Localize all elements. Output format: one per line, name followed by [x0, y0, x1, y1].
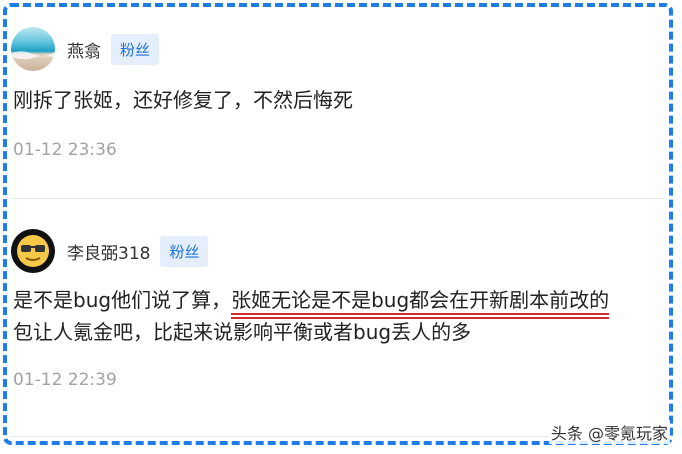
username[interactable]: 李良弼318	[67, 239, 150, 264]
highlighted-text: 张姬无论是不是bug都会在开新剧本前改的	[231, 288, 610, 315]
username[interactable]: 燕翕	[67, 37, 101, 62]
comment-timestamp: 01-12 23:36	[13, 140, 117, 160]
comment-divider	[11, 198, 666, 199]
watermark: 头条 @零氪玩家	[548, 420, 670, 444]
comment-item: 李良弼318 粉丝 是不是bug他们说了算，张姬无论是不是bug都会在开新剧本前…	[11, 226, 671, 390]
comment-text: 刚拆了张姬，还好修复了，不然后悔死	[13, 88, 353, 112]
comment-text: 是不是bug他们说了算，张姬无论是不是bug都会在开新剧本前改的包让人氪金吧，比…	[11, 284, 671, 348]
comment-header: 燕翕 粉丝	[11, 24, 671, 74]
avatar[interactable]	[11, 27, 55, 71]
sunglasses-emoji-icon	[17, 235, 49, 267]
beach-avatar-icon	[11, 51, 55, 60]
comment-text-part: 包让人氪金吧，比起来说影响平衡或者bug丢人的多	[13, 320, 472, 344]
fan-badge: 粉丝	[160, 235, 209, 267]
avatar[interactable]	[11, 229, 55, 273]
fan-badge: 粉丝	[111, 33, 160, 65]
comment-timestamp: 01-12 22:39	[13, 370, 117, 390]
comment-item: 燕翕 粉丝 刚拆了张姬，还好修复了，不然后悔死 01-12 23:36	[11, 24, 671, 160]
comment-text-part: 是不是bug他们说了算，	[13, 288, 232, 312]
comment-header: 李良弼318 粉丝	[11, 226, 671, 276]
